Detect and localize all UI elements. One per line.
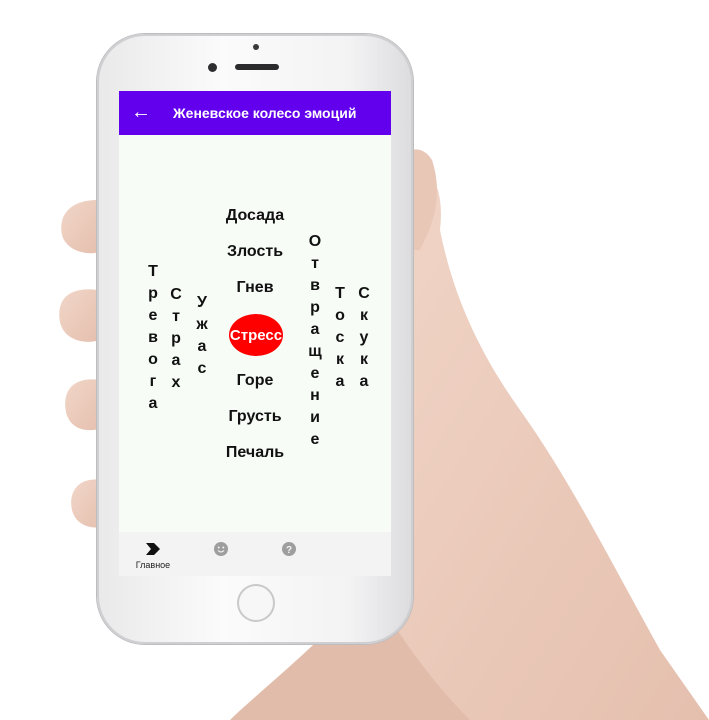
vertical-letter: н bbox=[310, 387, 320, 404]
vertical-letter: С bbox=[358, 285, 370, 302]
vertical-letter: р bbox=[148, 285, 158, 302]
vertical-letter: ж bbox=[196, 316, 208, 333]
forward-arrow-icon bbox=[146, 543, 160, 555]
vertical-letter: к bbox=[359, 351, 368, 368]
emotion-skuka[interactable]: Скука bbox=[354, 283, 374, 393]
vertical-letter: а bbox=[310, 321, 320, 338]
emotion-strakh[interactable]: Страх bbox=[166, 284, 186, 394]
vertical-letter: а bbox=[335, 373, 345, 390]
vertical-letter: щ bbox=[308, 343, 322, 360]
front-camera bbox=[208, 63, 217, 72]
vertical-letter: с bbox=[197, 360, 207, 377]
emotion-otvrashchenie[interactable]: Отвращение bbox=[305, 231, 325, 451]
vertical-letter: С bbox=[170, 286, 182, 303]
vertical-letter: в bbox=[148, 329, 158, 346]
vertical-letter: р bbox=[310, 299, 320, 316]
emotion-uzhas[interactable]: Ужас bbox=[192, 292, 212, 380]
vertical-letter: т bbox=[172, 308, 180, 325]
proximity-sensor bbox=[253, 44, 259, 50]
vertical-letter: е bbox=[148, 307, 158, 324]
app-bar: ← Женевское колесо эмоций bbox=[119, 91, 391, 135]
nav-label-main: Главное bbox=[135, 560, 171, 570]
emotion-zlost[interactable]: Злость bbox=[227, 243, 283, 261]
smiley-icon bbox=[214, 542, 228, 556]
emotion-dosada[interactable]: Досада bbox=[226, 207, 284, 225]
vertical-letter: У bbox=[197, 294, 207, 311]
nav-item-help[interactable]: ? bbox=[259, 532, 319, 576]
vertical-letter: а bbox=[197, 338, 207, 355]
vertical-letter: о bbox=[335, 307, 345, 324]
emotion-gnev[interactable]: Гнев bbox=[236, 279, 273, 297]
vertical-letter: к bbox=[359, 307, 368, 324]
vertical-letter: е bbox=[310, 365, 320, 382]
nav-item-emotions[interactable] bbox=[191, 532, 251, 576]
vertical-letter: а bbox=[359, 373, 369, 390]
center-stress-bubble[interactable]: Стресс bbox=[229, 314, 283, 356]
nav-item-main[interactable]: Главное bbox=[123, 532, 183, 576]
vertical-letter: х bbox=[171, 374, 181, 391]
vertical-letter: с bbox=[335, 329, 345, 346]
phone-screen: ← Женевское колесо эмоций Досада Злость … bbox=[119, 91, 391, 576]
vertical-letter: в bbox=[310, 277, 320, 294]
vertical-letter: а bbox=[148, 395, 158, 412]
help-icon: ? bbox=[282, 542, 296, 556]
vertical-letter: Т bbox=[148, 263, 158, 280]
vertical-letter: к bbox=[335, 351, 344, 368]
emotion-trevoga[interactable]: Тревога bbox=[143, 261, 163, 415]
page-title: Женевское колесо эмоций bbox=[173, 105, 357, 121]
vertical-letter: у bbox=[359, 329, 369, 346]
vertical-letter: О bbox=[308, 233, 322, 250]
home-button[interactable] bbox=[237, 584, 275, 622]
svg-text:?: ? bbox=[286, 545, 292, 556]
vertical-letter: и bbox=[310, 409, 320, 426]
vertical-letter: г bbox=[149, 373, 157, 390]
back-arrow-icon[interactable]: ← bbox=[131, 101, 151, 123]
vertical-letter: о bbox=[148, 351, 158, 368]
vertical-letter: р bbox=[171, 330, 181, 347]
emotion-grust[interactable]: Грусть bbox=[228, 408, 281, 426]
emotion-gore[interactable]: Горе bbox=[237, 372, 274, 390]
bottom-navigation: Главное ? bbox=[119, 532, 391, 576]
vertical-letter: е bbox=[310, 431, 320, 448]
emotion-pechal[interactable]: Печаль bbox=[226, 444, 284, 462]
vertical-letter: т bbox=[311, 255, 319, 272]
earpiece-speaker bbox=[235, 64, 279, 70]
vertical-letter: Т bbox=[335, 285, 345, 302]
vertical-letter: а bbox=[171, 352, 181, 369]
emotion-toska[interactable]: Тоска bbox=[330, 283, 350, 393]
